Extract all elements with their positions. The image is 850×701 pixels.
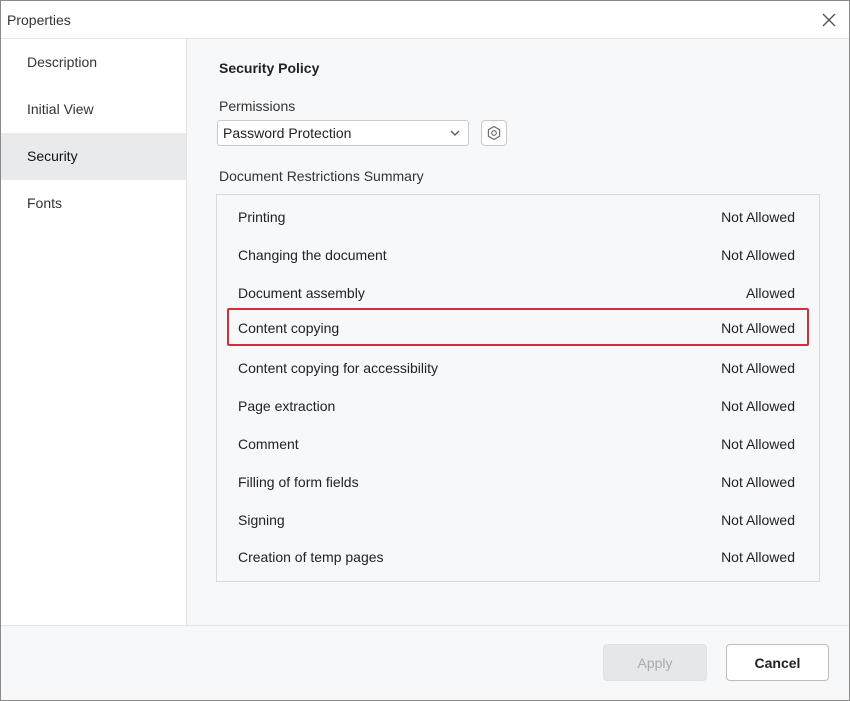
restriction-status: Not Allowed: [721, 512, 795, 528]
restriction-row-temp-pages: Creation of temp pages Not Allowed: [227, 537, 809, 575]
sidebar-item-fonts[interactable]: Fonts: [1, 180, 186, 227]
restriction-status: Not Allowed: [721, 436, 795, 452]
properties-dialog: Properties Description Initial View Secu…: [0, 0, 850, 701]
restriction-status: Not Allowed: [721, 398, 795, 414]
restriction-status: Allowed: [745, 285, 795, 301]
security-settings-button[interactable]: [481, 120, 507, 146]
restriction-status: Not Allowed: [721, 247, 795, 263]
restriction-row-assembly: Document assembly Allowed: [227, 273, 809, 311]
restriction-row-page-extraction: Page extraction Not Allowed: [227, 386, 809, 424]
restriction-name: Changing the document: [238, 247, 387, 263]
section-title: Security Policy: [219, 60, 320, 76]
restriction-status: Not Allowed: [721, 549, 795, 565]
window-title: Properties: [7, 12, 71, 28]
restriction-row-comment: Comment Not Allowed: [227, 424, 809, 462]
restriction-name: Creation of temp pages: [238, 549, 384, 565]
restriction-name: Filling of form fields: [238, 474, 359, 490]
gear-icon: [487, 125, 501, 141]
close-button[interactable]: [819, 10, 839, 30]
restriction-row-signing: Signing Not Allowed: [227, 500, 809, 538]
sidebar-item-security[interactable]: Security: [1, 133, 186, 180]
restriction-status: Not Allowed: [721, 209, 795, 225]
restrictions-list: Printing Not Allowed Changing the docume…: [216, 194, 820, 582]
restriction-name: Page extraction: [238, 398, 336, 414]
restriction-name: Content copying for accessibility: [238, 360, 438, 376]
restriction-name: Printing: [238, 209, 286, 225]
restriction-row-changing: Changing the document Not Allowed: [227, 235, 809, 273]
sidebar-item-description[interactable]: Description: [1, 39, 186, 86]
restriction-name: Comment: [238, 436, 299, 452]
permissions-value: Password Protection: [223, 125, 352, 141]
permissions-label: Permissions: [219, 98, 296, 114]
cancel-button[interactable]: Cancel: [726, 644, 829, 681]
restriction-name: Document assembly: [238, 285, 365, 301]
apply-button[interactable]: Apply: [603, 644, 707, 681]
restriction-status: Not Allowed: [721, 320, 795, 336]
chevron-down-icon: [450, 130, 460, 136]
title-bar: Properties: [1, 1, 849, 39]
dialog-footer: Apply Cancel: [1, 625, 849, 700]
restriction-name: Signing: [238, 512, 285, 528]
restriction-status: Not Allowed: [721, 360, 795, 376]
restriction-row-content-copying: Content copying Not Allowed: [227, 308, 809, 346]
sidebar-item-initial-view[interactable]: Initial View: [1, 86, 186, 133]
restriction-name: Content copying: [238, 320, 340, 336]
restriction-row-accessibility: Content copying for accessibility Not Al…: [227, 348, 809, 386]
security-panel: Security Policy Permissions Password Pro…: [188, 39, 849, 625]
restrictions-summary-label: Document Restrictions Summary: [219, 168, 424, 184]
permissions-dropdown[interactable]: Password Protection: [217, 120, 469, 146]
close-icon: [822, 13, 836, 27]
restriction-row-form-fields: Filling of form fields Not Allowed: [227, 462, 809, 500]
restriction-status: Not Allowed: [721, 474, 795, 490]
restriction-row-printing: Printing Not Allowed: [227, 197, 809, 235]
sidebar: Description Initial View Security Fonts: [1, 39, 187, 625]
